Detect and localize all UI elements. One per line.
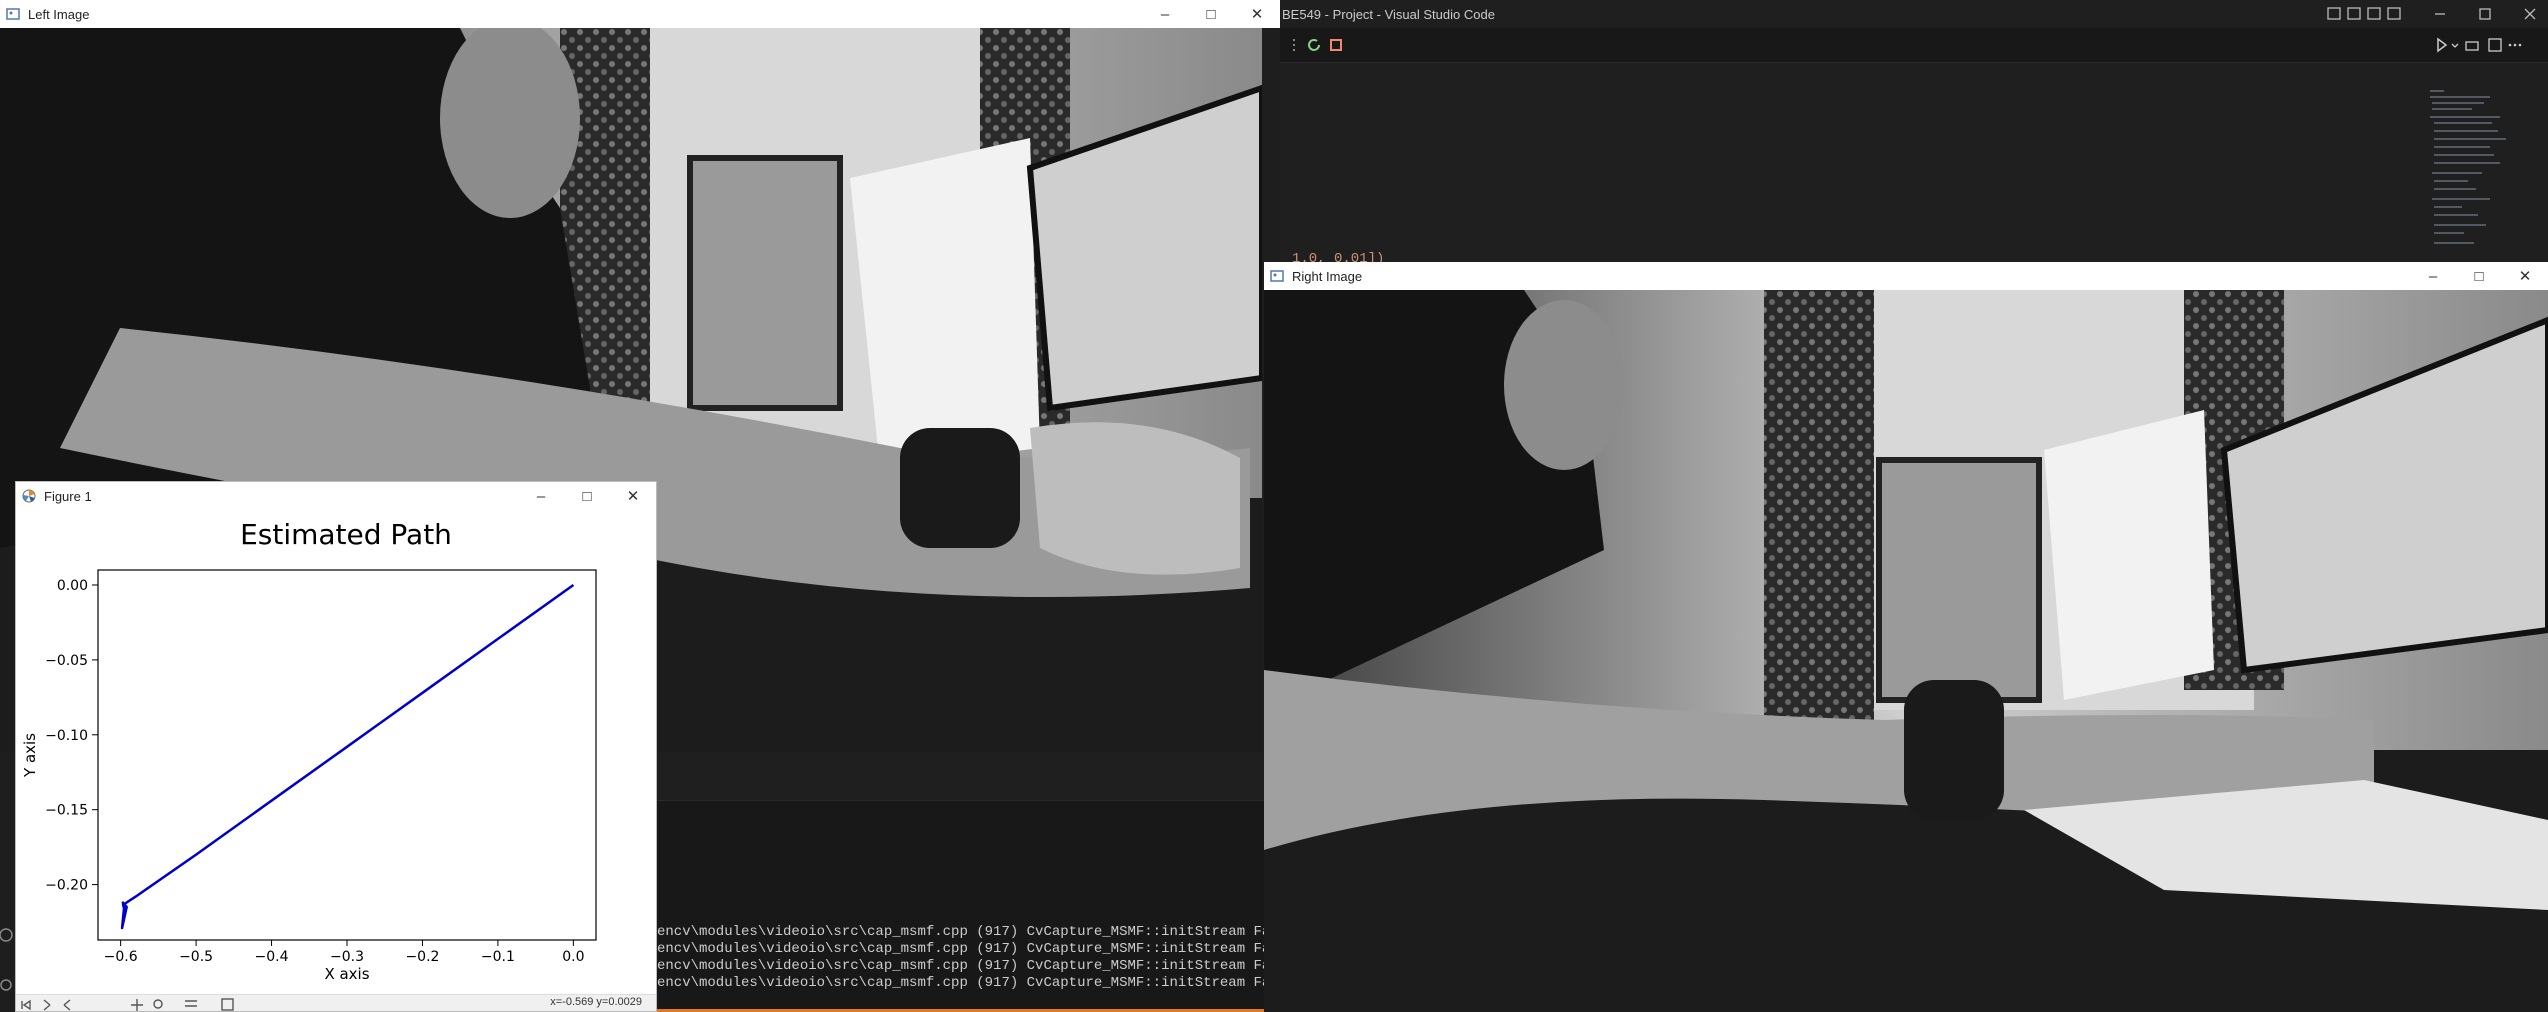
- configure-subplots-icon[interactable]: [185, 1000, 197, 1007]
- y-axis-label: Y axis: [21, 733, 39, 778]
- figure-window: Figure 1 – □ ✕ Estimated Path −0.6 −0.5 −0…: [15, 481, 657, 1012]
- restore-icon[interactable]: [2479, 8, 2491, 20]
- minimize-button[interactable]: –: [2410, 262, 2456, 290]
- chevron-down-icon[interactable]: [2451, 43, 2459, 48]
- left-image-titlebar: Left Image: [0, 0, 1280, 28]
- right-camera-image: [1264, 290, 2548, 1012]
- toggle-secondary-sidebar-icon[interactable]: [2367, 7, 2381, 20]
- x-axis-ticks: −0.6 −0.5 −0.4 −0.3 −0.2 −0.1 0.0: [104, 940, 584, 965]
- maximize-button[interactable]: □: [1188, 0, 1234, 28]
- editor-actions: [2437, 37, 2522, 53]
- right-image-titlebar: Right Image: [1264, 262, 2548, 290]
- account-icon[interactable]: [0, 928, 13, 942]
- y-tick-label: −0.20: [45, 878, 88, 894]
- right-image-window: Right Image – □ ✕: [1264, 262, 2548, 1012]
- window-title: Right Image: [1292, 268, 1363, 284]
- back-icon[interactable]: [43, 999, 51, 1011]
- estimated-path-chart[interactable]: Estimated Path −0.6 −0.5 −0.4 −0.3 −0.2 −0.1 0…: [16, 510, 656, 990]
- code-editor[interactable]: 1.0, 0.01]): [1280, 86, 2548, 270]
- minimap[interactable]: [2428, 86, 2528, 256]
- more-actions-icon[interactable]: [2508, 43, 2522, 47]
- path-series-line: [120, 583, 575, 930]
- settings-gear-icon[interactable]: [0, 979, 12, 991]
- vscode-title-controls: [2327, 7, 2536, 20]
- x-tick-label: −0.6: [104, 949, 138, 965]
- save-icon[interactable]: [221, 998, 234, 1011]
- y-tick-label: 0.00: [57, 578, 88, 594]
- split-editor-icon[interactable]: [2488, 38, 2502, 52]
- cursor-coordinates: x=-0.569 y=0.0029: [550, 996, 642, 1008]
- zoom-icon[interactable]: [153, 999, 163, 1009]
- app-icon: [6, 8, 20, 20]
- figure-title: Figure 1: [44, 488, 92, 504]
- maximize-button[interactable]: □: [2456, 262, 2502, 290]
- series-lines: [120, 583, 575, 930]
- maximize-button[interactable]: □: [564, 482, 610, 510]
- window-controls: – □ ✕: [518, 482, 656, 510]
- close-button[interactable]: ✕: [2502, 262, 2548, 290]
- panel-header: [655, 752, 1265, 801]
- x-tick-label: −0.2: [405, 949, 439, 965]
- window-title: Left Image: [28, 6, 90, 22]
- terminal-panel[interactable]: encv\modules\videoio\src\cap_msmf.cpp (9…: [655, 752, 1388, 1012]
- desktop-edge-icons: [0, 928, 13, 991]
- window-controls: – □ ✕: [1142, 0, 1280, 28]
- matplotlib-logo-icon: [22, 489, 36, 503]
- x-tick-label: −0.3: [330, 949, 364, 965]
- chart-title: Estimated Path: [240, 518, 452, 551]
- toggle-primary-sidebar-icon[interactable]: [2327, 7, 2341, 20]
- x-tick-label: −0.4: [255, 949, 289, 965]
- figure-toolbar: x=-0.569 y=0.0029: [16, 994, 656, 1011]
- debug-controls: [1293, 39, 1342, 51]
- y-tick-label: −0.05: [45, 653, 88, 669]
- y-tick-label: −0.15: [45, 803, 88, 819]
- y-tick-label: −0.10: [45, 728, 88, 744]
- y-axis-ticks: 0.00 −0.05 −0.10 −0.15 −0.20: [45, 578, 98, 894]
- plot-area[interactable]: [97, 569, 597, 941]
- stop-icon[interactable]: [1330, 39, 1342, 51]
- restart-icon[interactable]: [1308, 39, 1320, 51]
- toolbar-icons: [21, 998, 234, 1011]
- debug-toolbar: [1280, 28, 2548, 63]
- minimize-button[interactable]: –: [518, 482, 564, 510]
- pan-icon[interactable]: [131, 999, 143, 1011]
- print-icon[interactable]: [2465, 41, 2479, 51]
- toggle-panel-icon[interactable]: [2347, 7, 2361, 20]
- run-icon[interactable]: [2437, 37, 2448, 53]
- vscode-window: BE549 - Project - Visual Studio Code 1.0…: [1280, 0, 2548, 270]
- right-camera-frame: [1264, 290, 2548, 1012]
- customize-layout-icon[interactable]: [2387, 7, 2401, 20]
- window-controls: – □ ✕: [2410, 262, 2548, 290]
- close-button[interactable]: ✕: [610, 482, 656, 510]
- app-icon: [1270, 270, 1284, 282]
- forward-icon[interactable]: [63, 999, 71, 1011]
- x-tick-label: 0.0: [562, 949, 584, 965]
- x-tick-label: −0.5: [179, 949, 213, 965]
- home-icon[interactable]: [21, 999, 31, 1011]
- minimize-button[interactable]: –: [1142, 0, 1188, 28]
- close-button[interactable]: ✕: [1234, 0, 1280, 28]
- x-axis-label: X axis: [324, 965, 369, 983]
- x-tick-label: −0.1: [481, 949, 515, 965]
- close-icon[interactable]: [2524, 8, 2536, 20]
